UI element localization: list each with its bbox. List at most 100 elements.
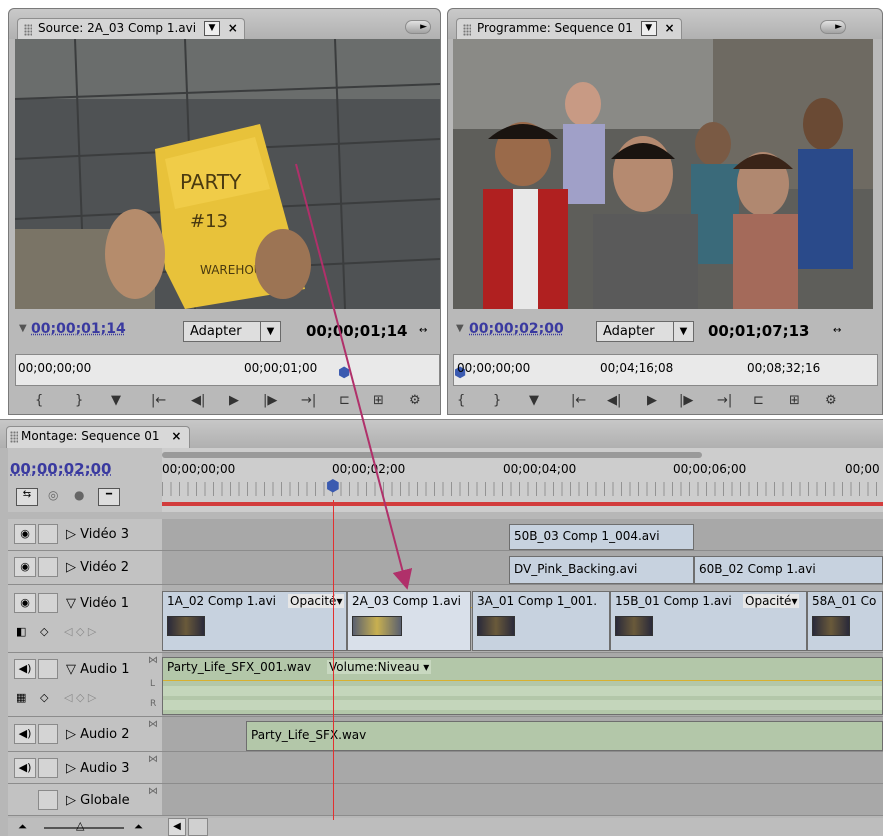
lock-toggle[interactable] (38, 659, 58, 679)
track-height-icon[interactable]: ━ (98, 488, 120, 506)
step-back-icon[interactable]: ◀| (191, 393, 205, 408)
keyframe-nav-icon[interactable]: ◁ ◇ ▷ (64, 691, 96, 704)
mark-in-icon[interactable]: { (35, 393, 43, 408)
track-name-video3[interactable]: ▷ Vidéo 3 (66, 527, 129, 542)
clip-60b-02[interactable]: 60B_02 Comp 1.avi (694, 556, 883, 584)
track-name-audio2[interactable]: ▷ Audio 2 (66, 727, 130, 742)
close-icon[interactable]: × (228, 21, 238, 35)
overlay-icon[interactable]: ⊞ (373, 393, 384, 408)
track-area-video1[interactable]: 1A_02 Comp 1.avi Opacité▾ 2A_03 Comp 1.a… (162, 585, 883, 653)
work-area-bar[interactable] (162, 452, 702, 458)
track-area-master[interactable] (162, 784, 883, 816)
clip-dv-pink-backing[interactable]: DV_Pink_Backing.avi (509, 556, 694, 584)
track-area-audio2[interactable]: Party_Life_SFX.wav (162, 717, 883, 752)
source-time-ruler[interactable]: 00;00;00;00 00;00;01;00 ⬢ (15, 354, 440, 386)
opacity-menu[interactable]: Opacité▾ (288, 594, 344, 608)
playhead-icon[interactable]: ⬢ (338, 365, 350, 381)
clip-party-life-sfx[interactable]: Party_Life_SFX.wav (246, 721, 883, 751)
go-to-in-icon[interactable]: |← (151, 393, 166, 408)
opacity-menu[interactable]: Opacité▾ (743, 594, 799, 608)
source-current-timecode[interactable]: 00;00;01;14 (31, 321, 126, 337)
chevron-down-icon[interactable]: ▼ (204, 21, 220, 36)
close-icon[interactable]: × (665, 21, 675, 35)
speaker-icon[interactable]: ◀) (14, 659, 36, 679)
keyframe-icon[interactable]: ◇ (40, 691, 48, 704)
marker-icon[interactable]: ▼ (529, 393, 539, 408)
play-icon[interactable]: ▶ (229, 393, 239, 408)
clip-50b-03[interactable]: 50B_03 Comp 1_004.avi (509, 524, 694, 550)
insert-icon[interactable]: ⊏ (339, 393, 350, 408)
mark-in-icon[interactable]: { (457, 393, 465, 408)
speaker-icon[interactable]: ◀) (14, 758, 36, 778)
source-tab[interactable]: Source: 2A_03 Comp 1.avi ▼ × (17, 18, 245, 40)
lock-toggle[interactable] (38, 524, 58, 544)
scroll-left-icon[interactable]: ◀ (168, 818, 186, 836)
clip-2a-03[interactable]: 2A_03 Comp 1.avi (347, 591, 471, 651)
track-area-video3[interactable]: 50B_03 Comp 1_004.avi (162, 519, 883, 551)
timeline-timecode[interactable]: 00;00;02;00 (10, 460, 112, 478)
mark-out-icon[interactable]: } (493, 393, 501, 408)
trim-icon[interactable]: ↔ (833, 325, 841, 336)
lock-toggle[interactable] (38, 724, 58, 744)
keyframe-nav-icon[interactable]: ◁ ◇ ▷ (64, 625, 96, 638)
track-area-video2[interactable]: DV_Pink_Backing.avi 60B_02 Comp 1.avi (162, 551, 883, 585)
clip-58a-01[interactable]: 58A_01 Co (807, 591, 883, 651)
program-current-timecode[interactable]: 00;00;02;00 (469, 321, 564, 337)
volume-menu[interactable]: Volume:Niveau ▾ (327, 660, 431, 674)
drop-icon[interactable]: ● (74, 488, 84, 502)
speaker-icon[interactable]: ◀) (14, 724, 36, 744)
track-area-audio1[interactable]: Party_Life_SFX_001.wav Volume:Niveau ▾ (162, 653, 883, 717)
clip-1a-02[interactable]: 1A_02 Comp 1.avi Opacité▾ (162, 591, 347, 651)
marker-icon[interactable]: ◎ (48, 488, 58, 502)
track-name-audio1[interactable]: ▽ Audio 1 (66, 662, 130, 677)
lock-toggle[interactable] (38, 593, 58, 613)
trim-icon[interactable]: ↔ (419, 325, 427, 336)
eye-icon[interactable]: ◉ (14, 524, 36, 544)
keyframe-icon[interactable]: ◇ (40, 625, 48, 638)
scroll-thumb[interactable] (188, 818, 208, 836)
go-to-in-icon[interactable]: |← (571, 393, 586, 408)
display-style-icon[interactable]: ▦ (16, 691, 26, 704)
program-time-ruler[interactable]: ⬢ 00;00;00;00 00;04;16;08 00;08;32;16 (453, 354, 878, 386)
track-name-video1[interactable]: ▽ Vidéo 1 (66, 596, 129, 611)
source-fit-select[interactable]: Adapter ▼ (183, 321, 281, 342)
eye-icon[interactable]: ◉ (14, 557, 36, 577)
display-style-icon[interactable]: ◧ (16, 625, 26, 638)
step-forward-icon[interactable]: |▶ (263, 393, 277, 408)
zoom-in-icon[interactable]: ⏶ (134, 820, 143, 834)
mark-out-icon[interactable]: } (75, 393, 83, 408)
program-fit-select[interactable]: Adapter ▼ (596, 321, 694, 342)
zoom-out-icon[interactable]: ⏶ (18, 820, 27, 834)
track-name-video2[interactable]: ▷ Vidéo 2 (66, 560, 129, 575)
settings-icon[interactable]: ⚙ (409, 393, 421, 408)
eye-icon[interactable]: ◉ (14, 593, 36, 613)
panel-menu-icon[interactable]: ► (405, 20, 431, 34)
lock-toggle[interactable] (38, 557, 58, 577)
timeline-tab[interactable]: Montage: Sequence 01 × (6, 426, 190, 448)
zoom-thumb-icon[interactable]: △ (76, 819, 84, 832)
track-name-audio3[interactable]: ▷ Audio 3 (66, 761, 130, 776)
snap-icon[interactable]: ⇆ (16, 488, 38, 506)
settings-icon[interactable]: ⚙ (825, 393, 837, 408)
go-to-out-icon[interactable]: →| (301, 393, 316, 408)
timeline-ruler[interactable]: 00;00;00;00 00;00;02;00 00;00;04;00 00;0… (162, 448, 883, 512)
grip-icon[interactable] (463, 24, 471, 36)
go-to-out-icon[interactable]: →| (717, 393, 732, 408)
lock-toggle[interactable] (38, 758, 58, 778)
step-forward-icon[interactable]: |▶ (679, 393, 693, 408)
clip-3a-01[interactable]: 3A_01 Comp 1_001. (472, 591, 610, 651)
extract-icon[interactable]: ⊞ (789, 393, 800, 408)
clip-15b-01[interactable]: 15B_01 Comp 1.avi Opacité▾ (610, 591, 807, 651)
close-icon[interactable]: × (171, 429, 181, 443)
clip-party-life-sfx-001[interactable]: Party_Life_SFX_001.wav Volume:Niveau ▾ (162, 657, 883, 715)
grip-icon[interactable] (10, 431, 18, 443)
marker-icon[interactable]: ▼ (111, 393, 121, 408)
lift-icon[interactable]: ⊏ (753, 393, 764, 408)
playhead-icon[interactable]: ⬢ (326, 476, 340, 495)
play-icon[interactable]: ▶ (647, 393, 657, 408)
program-tab[interactable]: Programme: Sequence 01 ▼ × (456, 18, 682, 40)
panel-menu-icon[interactable]: ► (820, 20, 846, 34)
chevron-down-icon[interactable]: ▼ (641, 21, 657, 36)
step-back-icon[interactable]: ◀| (607, 393, 621, 408)
track-name-master[interactable]: ▷ Globale (66, 793, 130, 808)
